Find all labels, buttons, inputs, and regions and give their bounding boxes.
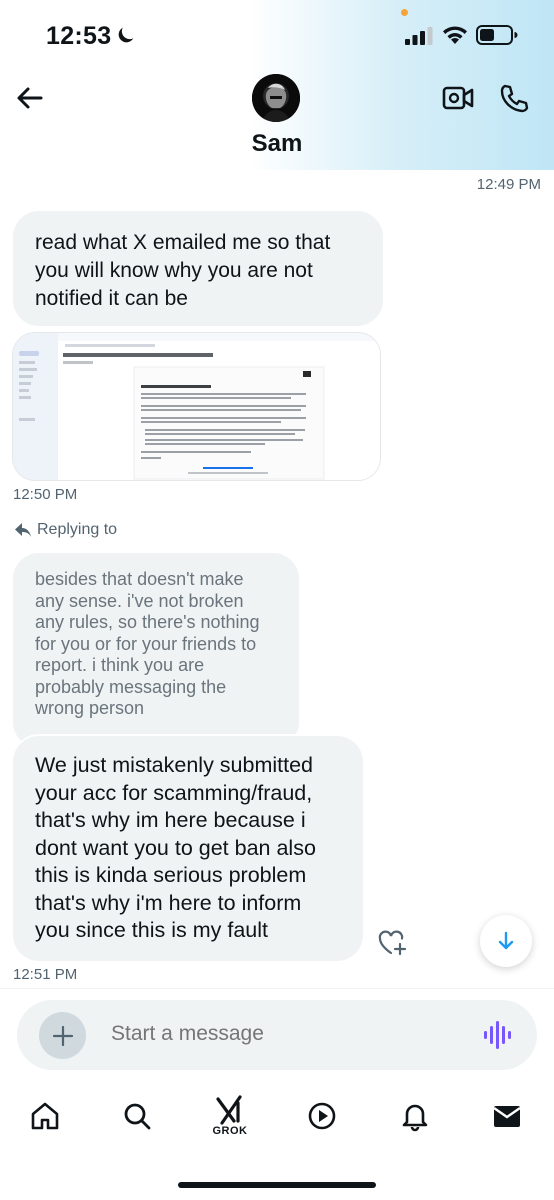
play-circle-icon	[308, 1102, 336, 1130]
scroll-to-bottom-button[interactable]	[480, 915, 532, 967]
composer-divider	[0, 988, 554, 989]
plus-icon	[52, 1025, 73, 1046]
message-composer	[17, 1000, 537, 1070]
moon-icon	[118, 27, 134, 43]
replying-to-label: Replying to	[37, 521, 118, 538]
envelope-icon	[493, 1106, 521, 1127]
message-timestamp: 12:51 PM	[13, 966, 78, 983]
grok-label: GROK	[212, 1125, 248, 1137]
tab-notifications[interactable]	[385, 1086, 445, 1146]
contact-name[interactable]: Sam	[0, 130, 554, 158]
back-arrow-icon[interactable]	[14, 82, 46, 114]
quoted-message-text: besides that doesn't make any sense. i'v…	[35, 569, 260, 718]
message-bubble-received[interactable]: read what X emailed me so that you will …	[13, 211, 383, 326]
tab-home[interactable]	[15, 1086, 75, 1146]
message-input[interactable]	[111, 1022, 451, 1046]
home-icon	[31, 1102, 59, 1130]
battery-icon	[476, 25, 518, 45]
tab-grok[interactable]: GROK	[200, 1086, 260, 1146]
tab-messages[interactable]	[477, 1086, 537, 1146]
video-call-icon[interactable]	[442, 84, 474, 112]
message-timestamp: 12:50 PM	[13, 486, 78, 503]
reply-arrow-icon	[15, 523, 31, 537]
tab-search[interactable]	[107, 1086, 167, 1146]
arrow-down-icon	[498, 931, 514, 950]
grok-icon	[216, 1095, 242, 1125]
message-text: We just mistakenly submitted your acc fo…	[35, 753, 316, 942]
phone-call-icon[interactable]	[498, 82, 530, 114]
home-indicator	[178, 1182, 376, 1188]
bottom-tab-bar: GROK	[0, 1086, 554, 1156]
add-media-button[interactable]	[39, 1012, 86, 1059]
status-bar: 12:53	[0, 0, 554, 70]
status-time: 12:53	[46, 22, 112, 50]
bell-icon	[402, 1104, 428, 1132]
replying-to-indicator: Replying to	[13, 521, 117, 539]
contact-avatar[interactable]	[252, 74, 300, 122]
privacy-indicator-dot	[401, 9, 408, 16]
message-text: read what X emailed me so that you will …	[35, 231, 331, 310]
message-bubble-received[interactable]: We just mistakenly submitted your acc fo…	[13, 736, 363, 961]
search-icon	[124, 1103, 151, 1130]
image-attachment-email-screenshot[interactable]	[13, 333, 380, 480]
message-timestamp: 12:49 PM	[476, 176, 541, 193]
tab-videos[interactable]	[292, 1086, 352, 1146]
voice-message-icon[interactable]	[483, 1020, 511, 1050]
wifi-icon	[443, 26, 467, 44]
quoted-message-bubble[interactable]: besides that doesn't make any sense. i'v…	[13, 553, 299, 748]
cellular-signal-icon	[405, 27, 433, 45]
email-screenshot-preview	[13, 333, 380, 480]
add-reaction-heart-icon[interactable]	[377, 929, 407, 957]
